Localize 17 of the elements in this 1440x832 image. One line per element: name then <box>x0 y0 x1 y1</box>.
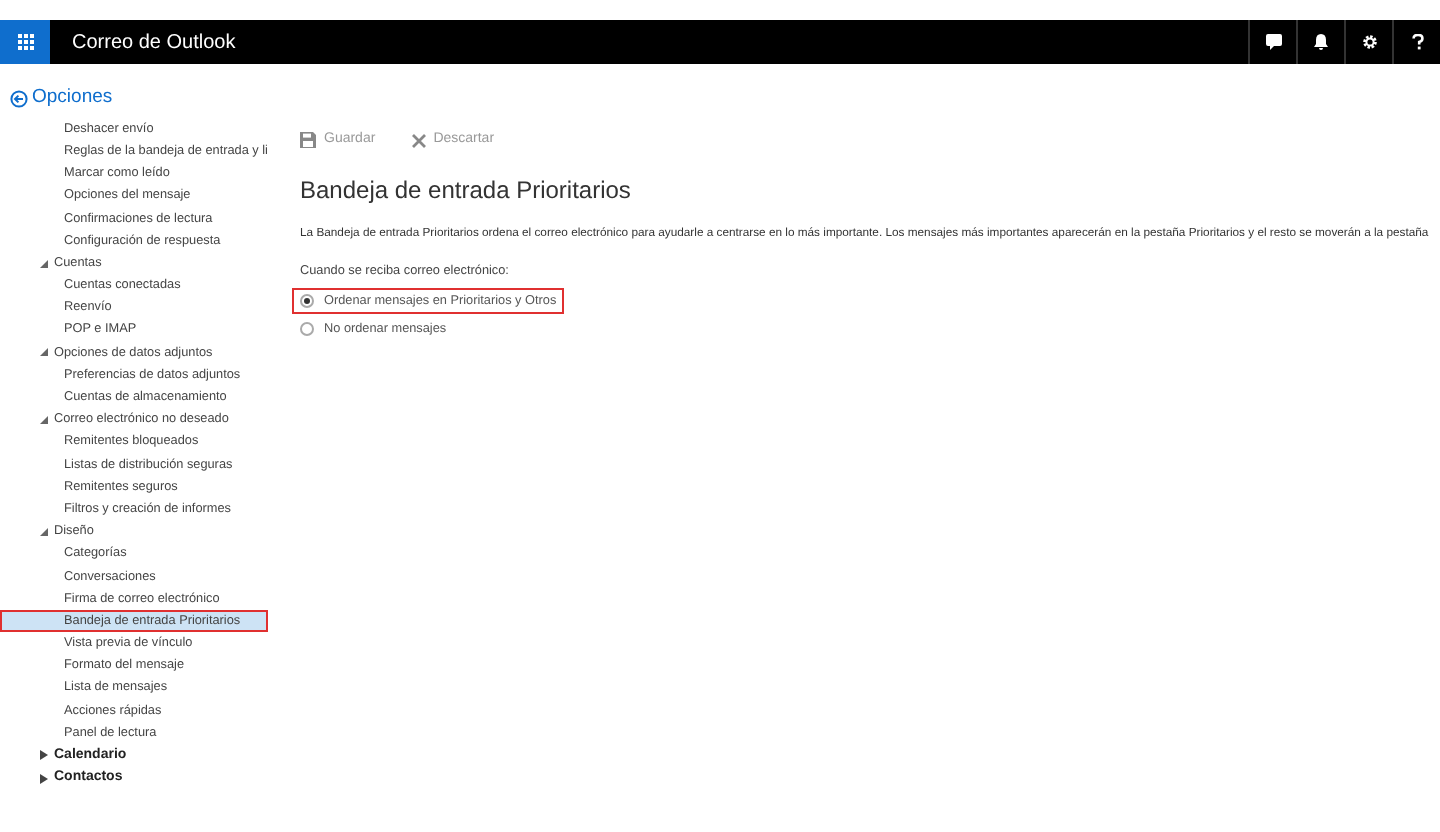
back-link[interactable]: Opciones <box>10 86 274 112</box>
expanded-caret-icon[interactable] <box>40 527 48 536</box>
question-mark-icon <box>1411 34 1423 50</box>
chat-bubble-icon <box>1265 34 1281 50</box>
settings-icon <box>1361 34 1377 50</box>
back-arrow-icon <box>10 90 28 108</box>
app-title: Correo de Outlook <box>72 29 236 57</box>
collapsed-caret-icon[interactable] <box>40 750 48 761</box>
bell-icon <box>1314 34 1328 50</box>
app-launcher-button[interactable] <box>0 20 50 64</box>
expanded-caret-icon[interactable] <box>40 416 48 425</box>
grid-icon <box>17 34 33 50</box>
collapsed-caret-icon[interactable] <box>40 773 48 784</box>
page-title: Bandeja de entrada Prioritarios <box>300 173 633 207</box>
expanded-caret-icon[interactable] <box>40 259 48 268</box>
x-icon <box>411 133 426 148</box>
expanded-caret-icon[interactable] <box>40 348 48 357</box>
